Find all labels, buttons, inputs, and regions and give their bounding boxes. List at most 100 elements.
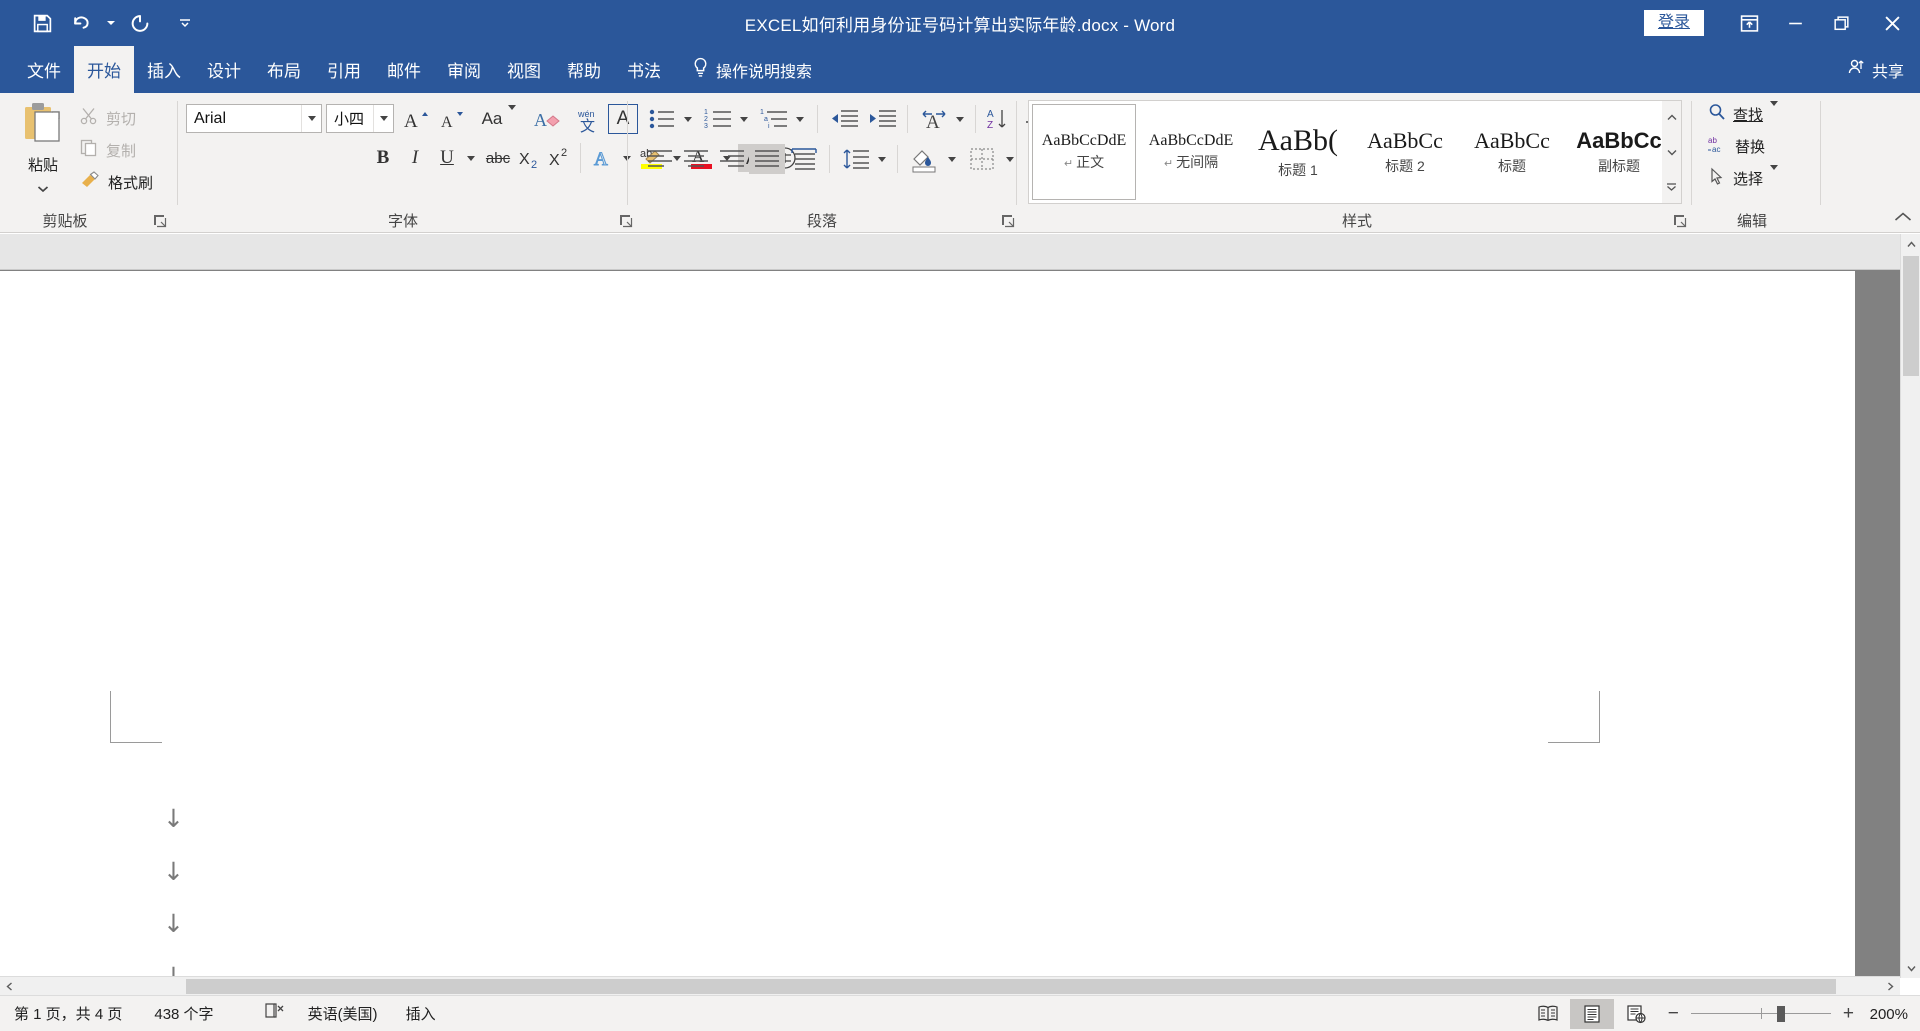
font-size-dropdown-icon[interactable] — [373, 105, 393, 132]
collapse-ribbon-icon[interactable] — [1894, 210, 1912, 228]
styles-gallery[interactable]: AaBbCcDdE ↵ 正文 AaBbCcDdE ↵ 无间隔 AaBb( 标题 … — [1028, 100, 1680, 204]
style-item-no-spacing[interactable]: AaBbCcDdE ↵ 无间隔 — [1139, 104, 1243, 200]
styles-dialog-launcher[interactable] — [1672, 213, 1688, 229]
word-count[interactable]: 438 个字 — [154, 1003, 213, 1024]
increase-indent-icon[interactable] — [865, 105, 899, 133]
clear-formatting-icon[interactable]: A — [530, 105, 566, 133]
font-name-combo[interactable]: Arial — [186, 104, 322, 133]
horizontal-scrollbar[interactable] — [0, 976, 1900, 995]
bold-icon[interactable]: B — [368, 143, 398, 173]
paste-button[interactable]: 粘贴 — [10, 101, 76, 198]
styles-scroll-buttons[interactable] — [1662, 100, 1682, 204]
change-case-icon[interactable]: Aa — [474, 105, 524, 133]
redo-icon[interactable] — [122, 6, 158, 40]
tab-mailings[interactable]: 邮件 — [374, 46, 434, 93]
scroll-up-icon[interactable] — [1901, 234, 1920, 254]
scroll-left-icon[interactable] — [0, 977, 19, 996]
horizontal-scroll-thumb[interactable] — [186, 979, 1836, 994]
bullets-icon[interactable] — [645, 105, 679, 133]
tab-calligraphy[interactable]: 书法 — [614, 46, 674, 93]
zoom-slider[interactable] — [1690, 1006, 1831, 1022]
style-item-title[interactable]: AaBbCc 标题 — [1460, 104, 1564, 200]
paragraph-dialog-launcher[interactable] — [1000, 213, 1016, 229]
strikethrough-icon[interactable]: abc — [482, 143, 514, 173]
numbering-dropdown-icon[interactable] — [735, 105, 753, 133]
tab-view[interactable]: 视图 — [494, 46, 554, 93]
numbering-icon[interactable]: 123 — [701, 105, 735, 133]
justify-icon[interactable] — [749, 144, 785, 174]
underline-dropdown-icon[interactable] — [462, 143, 480, 173]
sort-icon[interactable]: AZ — [983, 105, 1017, 133]
tab-references[interactable]: 引用 — [314, 46, 374, 93]
styles-scroll-up-icon[interactable] — [1662, 101, 1681, 134]
tab-file[interactable]: 文件 — [14, 46, 74, 93]
styles-scroll-down-icon[interactable] — [1662, 136, 1681, 169]
format-painter-button[interactable]: 格式刷 — [80, 169, 153, 195]
vertical-scrollbar[interactable] — [1900, 234, 1920, 978]
style-item-heading-1[interactable]: AaBb( 标题 1 — [1246, 104, 1350, 200]
zoom-in-button[interactable]: + — [1843, 1003, 1854, 1025]
zoom-out-button[interactable]: − — [1668, 1003, 1679, 1025]
undo-dropdown-icon[interactable] — [104, 6, 118, 40]
undo-icon[interactable] — [64, 6, 100, 40]
tab-review[interactable]: 审阅 — [434, 46, 494, 93]
zoom-level-label[interactable]: 200% — [1866, 1006, 1908, 1023]
underline-icon[interactable]: U — [432, 143, 462, 173]
styles-more-icon[interactable] — [1662, 170, 1681, 203]
tab-home[interactable]: 开始 — [74, 46, 134, 93]
zoom-slider-thumb[interactable] — [1776, 1006, 1785, 1022]
copy-button[interactable]: 复制 — [80, 137, 136, 163]
phonetic-guide-icon[interactable]: wén 文 — [570, 105, 606, 135]
find-button[interactable]: 查找 — [1708, 100, 1779, 127]
print-layout-view[interactable] — [1569, 999, 1614, 1029]
line-spacing-icon[interactable] — [839, 145, 873, 173]
tab-design[interactable]: 设计 — [194, 46, 254, 93]
multilevel-list-icon[interactable]: 1ai — [757, 105, 791, 133]
multilevel-list-dropdown-icon[interactable] — [791, 105, 809, 133]
close-icon[interactable] — [1864, 0, 1920, 46]
asian-layout-dropdown-icon[interactable] — [951, 105, 969, 133]
subscript-icon[interactable]: X2 — [516, 143, 546, 173]
change-case-dropdown-icon[interactable] — [508, 105, 517, 128]
style-item-body[interactable]: AaBbCcDdE ↵ 正文 — [1032, 104, 1136, 200]
find-dropdown-icon[interactable] — [1770, 100, 1779, 123]
document-page[interactable]: ↓↓↓↓↓↓↓↓↓ — [0, 271, 1855, 1031]
line-spacing-dropdown-icon[interactable] — [873, 145, 891, 173]
language-indicator[interactable]: 英语(美国) — [308, 1003, 378, 1024]
align-left-icon[interactable] — [643, 145, 677, 173]
share-button[interactable]: 共享 — [1848, 46, 1904, 93]
tab-insert[interactable]: 插入 — [134, 46, 194, 93]
minimize-icon[interactable] — [1772, 0, 1818, 46]
distributed-icon[interactable] — [787, 145, 821, 173]
save-icon[interactable] — [24, 6, 60, 40]
tell-me-search[interactable]: 操作说明搜索 — [674, 46, 824, 93]
text-effects-icon[interactable]: A — [588, 143, 618, 173]
proofing-errors-icon[interactable] — [264, 1002, 286, 1025]
borders-icon[interactable] — [965, 145, 999, 173]
align-right-icon[interactable] — [715, 145, 749, 173]
decrease-indent-icon[interactable] — [827, 105, 861, 133]
vertical-scroll-thumb[interactable] — [1903, 256, 1919, 376]
paste-dropdown-icon[interactable] — [37, 180, 49, 198]
tab-help[interactable]: 帮助 — [554, 46, 614, 93]
document-area[interactable]: ↓↓↓↓↓↓↓↓↓ Baidu 经验 jingyan.baidu.com ‖ 中… — [0, 234, 1920, 1031]
customize-qat-icon[interactable] — [178, 6, 192, 40]
style-item-subtitle[interactable]: AaBbCc 副标题 — [1567, 104, 1671, 200]
scroll-down-icon[interactable] — [1901, 958, 1920, 978]
page-indicator[interactable]: 第 1 页，共 4 页 — [14, 1003, 122, 1024]
bullets-dropdown-icon[interactable] — [679, 105, 697, 133]
sign-in-button[interactable]: 登录 — [1643, 10, 1704, 36]
cut-button[interactable]: 剪切 — [80, 105, 136, 131]
replace-button[interactable]: ab ac 替换 — [1708, 133, 1765, 159]
ribbon-display-options-icon[interactable] — [1726, 0, 1772, 46]
shrink-font-icon[interactable]: A — [436, 105, 468, 133]
superscript-icon[interactable]: X2 — [546, 143, 576, 173]
font-name-dropdown-icon[interactable] — [301, 105, 321, 132]
select-dropdown-icon[interactable] — [1770, 164, 1779, 187]
shading-dropdown-icon[interactable] — [943, 145, 961, 173]
clipboard-dialog-launcher[interactable] — [152, 213, 168, 229]
style-item-heading-2[interactable]: AaBbCc 标题 2 — [1353, 104, 1457, 200]
shading-icon[interactable] — [907, 145, 941, 175]
insert-mode-indicator[interactable]: 插入 — [406, 1003, 436, 1024]
web-layout-view[interactable] — [1614, 999, 1658, 1029]
